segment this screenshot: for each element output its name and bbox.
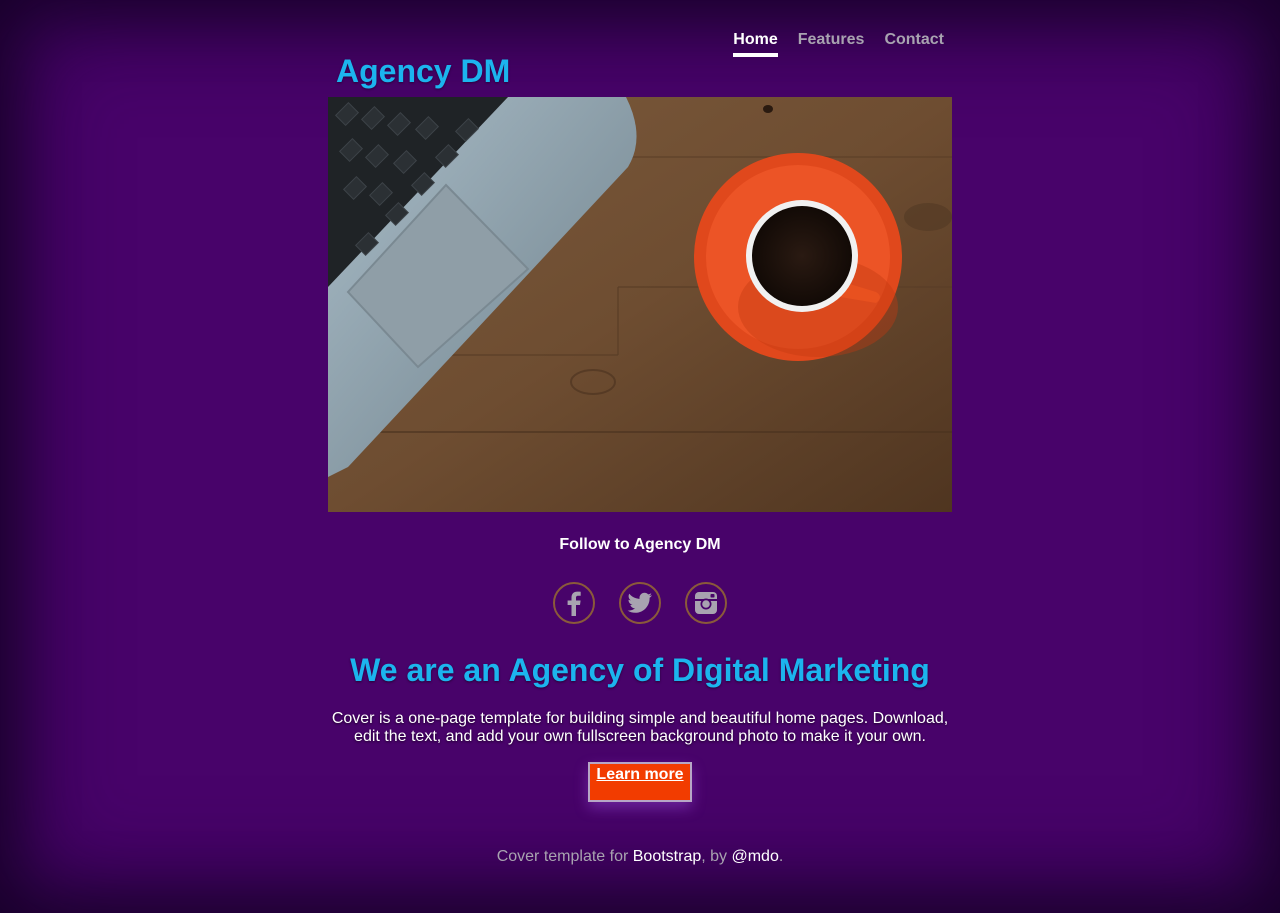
twitter-link[interactable] <box>619 582 661 624</box>
footer-suffix: . <box>778 848 784 865</box>
footer-middle: , by <box>701 848 732 865</box>
nav-contact[interactable]: Contact <box>884 31 944 57</box>
footer: Cover template for Bootstrap, by @mdo. <box>328 848 952 866</box>
nav-home[interactable]: Home <box>733 31 778 57</box>
facebook-icon <box>567 591 581 616</box>
twitter-icon <box>627 592 652 613</box>
brand-title: Agency DM <box>336 53 511 89</box>
instagram-icon <box>695 592 717 614</box>
footer-prefix: Cover template for <box>496 848 633 865</box>
instagram-link[interactable] <box>685 582 727 624</box>
learn-more-button[interactable]: Learn more <box>588 762 692 802</box>
main-nav: Home Features Contact <box>733 31 944 57</box>
follow-text: Follow to Agency DM <box>559 536 721 553</box>
hero-image <box>328 97 952 512</box>
social-links <box>328 582 952 624</box>
facebook-link[interactable] <box>553 582 595 624</box>
laptop-coffee-photo <box>328 97 952 512</box>
nav-features[interactable]: Features <box>798 31 865 57</box>
main-headline: We are an Agency of Digital Marketing <box>350 652 930 688</box>
bootstrap-link[interactable]: Bootstrap <box>633 848 701 865</box>
lead-text: Cover is a one-page template for buildin… <box>331 710 949 745</box>
mdo-link[interactable]: @mdo <box>731 848 778 865</box>
